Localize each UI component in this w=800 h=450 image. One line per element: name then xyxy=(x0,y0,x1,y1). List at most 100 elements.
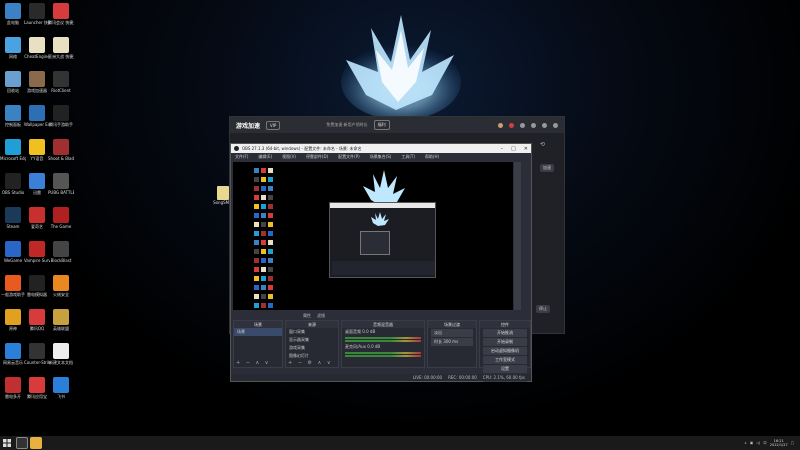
mixer-volume-slider[interactable] xyxy=(345,340,421,342)
scene-item[interactable]: 场景 xyxy=(234,328,282,336)
obs-title-bar[interactable]: OBS 27.1.3 (64-bit, windows) - 配置文件: 未命名… xyxy=(231,144,531,153)
desktop-shortcut[interactable]: The Game xyxy=(48,207,74,229)
desktop-shortcut[interactable]: 原神 xyxy=(0,309,26,331)
ime-icon[interactable]: 中 xyxy=(763,441,767,446)
controls-dock[interactable]: 控件 开始推流 开始录制 启动虚拟摄像机 工作室模式 设置 退出 xyxy=(479,320,531,382)
tray-chevron-icon[interactable]: ∧ xyxy=(744,441,747,445)
source-item[interactable]: 窗口采集 xyxy=(286,328,338,336)
sources-dock[interactable]: 来源 窗口采集 显示器采集 游戏采集 图像幻灯片 + − ⚙ ∧ ∨ xyxy=(285,320,339,368)
desktop-shortcut[interactable]: 游戏加速器 xyxy=(24,71,50,93)
taskbar-clock[interactable]: 16:21 2022/1/27 xyxy=(770,439,788,447)
properties-button[interactable]: 属性 xyxy=(303,313,311,319)
mixer-channel-label: 桌面音频 0.0 dB xyxy=(345,329,376,334)
source-item[interactable]: 显示器采集 xyxy=(286,336,338,344)
desktop-shortcut[interactable]: RiotClient xyxy=(48,71,74,93)
desktop-shortcut[interactable]: CheatEngine xyxy=(24,37,50,59)
desktop-shortcut[interactable]: 腾讯会议 快捷方式 xyxy=(48,3,74,25)
app-icon xyxy=(5,105,21,121)
welfare-chip[interactable]: 福利 xyxy=(373,120,390,130)
desktop-shortcut[interactable]: 此电脑 xyxy=(0,3,26,25)
scenes-dock[interactable]: 场景 场景 + − ∧ ∨ xyxy=(233,320,283,368)
scenes-dock-toolbar[interactable]: + − ∧ ∨ xyxy=(236,360,270,366)
sources-dock-toolbar[interactable]: + − ⚙ ∧ ∨ xyxy=(288,360,333,366)
transition-duration[interactable]: 时长 300 ms xyxy=(431,338,473,346)
virtual-camera-button[interactable]: 启动虚拟摄像机 xyxy=(483,347,527,355)
obs-preview[interactable] xyxy=(233,162,513,310)
system-tray: ∧ ▣ ◁) 中 16:21 2022/1/27 ▢ xyxy=(744,439,800,447)
desktop-shortcut[interactable]: 雷电模拟器 xyxy=(24,275,50,297)
gift-icon[interactable] xyxy=(509,122,514,128)
desktop-shortcut[interactable]: 亚洲大战 快捷方式 xyxy=(48,37,74,59)
minimize-icon[interactable] xyxy=(542,122,547,128)
app-promo-text[interactable]: 免费加速·新用户领时长 xyxy=(326,122,367,128)
app-side-button-stop[interactable]: 停止 xyxy=(536,305,550,313)
desktop-shortcut[interactable]: 腾讯QQ xyxy=(24,309,50,331)
desktop-shortcut[interactable]: 飞书 xyxy=(48,377,74,399)
transition-select[interactable]: 淡出 xyxy=(431,329,473,337)
share-icon[interactable]: ⟲ xyxy=(540,141,545,148)
desktop-shortcut[interactable]: Counter-Strike xyxy=(24,343,50,365)
avatar-icon[interactable] xyxy=(498,122,503,128)
notification-icon[interactable]: ▢ xyxy=(791,441,794,445)
desktop-shortcut[interactable]: 回收站 xyxy=(0,71,26,93)
obs-menu-item[interactable]: 场景集合(S) xyxy=(370,154,392,160)
settings-icon[interactable] xyxy=(531,122,536,128)
desktop-shortcut[interactable]: Shoot & Blade xyxy=(48,139,74,161)
obs-menu-item[interactable]: 工具(T) xyxy=(401,154,415,160)
desktop-shortcut[interactable]: 控制面板 xyxy=(0,105,26,127)
studio-mode-button[interactable]: 工作室模式 xyxy=(483,356,527,364)
desktop-shortcut[interactable]: 迅雷 xyxy=(24,173,50,195)
obs-preview-scrollbar[interactable] xyxy=(514,162,521,310)
taskbar-explorer-icon[interactable] xyxy=(30,437,42,449)
obs-menu-item[interactable]: 视图(V) xyxy=(282,154,296,160)
network-icon[interactable]: ▣ xyxy=(750,441,753,445)
app-side-button-accelerate[interactable]: 加速 xyxy=(540,164,554,172)
desktop-shortcut[interactable]: Vampire Survivors xyxy=(24,241,50,263)
mixer-volume-slider[interactable] xyxy=(345,355,421,357)
desktop-shortcut[interactable]: Steam xyxy=(0,207,26,229)
desktop-shortcut[interactable]: Launcher 快捷方式 xyxy=(24,3,50,25)
start-button[interactable] xyxy=(0,436,14,450)
desktop-shortcut[interactable]: 爱奇艺 xyxy=(24,207,50,229)
desktop-shortcut[interactable]: 腾讯手游助手 xyxy=(48,105,74,127)
start-recording-button[interactable]: 开始录制 xyxy=(483,338,527,346)
desktop-shortcut[interactable]: Wallpaper Engine xyxy=(24,105,50,127)
source-item[interactable]: 游戏采集 xyxy=(286,344,338,352)
desktop-shortcut[interactable]: 雷电多开 xyxy=(0,377,26,399)
taskbar-obs-icon[interactable] xyxy=(16,437,28,449)
desktop-shortcut[interactable]: 腾讯应用宝 xyxy=(24,377,50,399)
transitions-dock[interactable]: 场景过渡 淡出 时长 300 ms xyxy=(427,320,477,368)
obs-window[interactable]: OBS 27.1.3 (64-bit, windows) - 配置文件: 未命名… xyxy=(230,143,532,382)
desktop-shortcut[interactable]: 网络 xyxy=(0,37,26,59)
vip-chip[interactable]: VIP xyxy=(266,120,281,130)
desktop-shortcut[interactable]: OBS Studio xyxy=(0,173,26,195)
desktop-shortcut[interactable]: WeGame xyxy=(0,241,26,263)
desktop-shortcut[interactable]: 一般游戏助手 xyxy=(0,275,26,297)
desktop-shortcut[interactable]: 网易云音乐 xyxy=(0,343,26,365)
audio-mixer-dock[interactable]: 音频混音器 桌面音频 0.0 dB 麦克风/Aux 0.0 dB xyxy=(341,320,425,368)
filters-button[interactable]: 滤镜 xyxy=(317,313,325,319)
maximize-icon[interactable]: □ xyxy=(511,146,516,152)
desktop-shortcut[interactable]: Microsoft Edge xyxy=(0,139,26,161)
volume-icon[interactable]: ◁) xyxy=(756,441,760,445)
preview-icon-column xyxy=(253,166,275,308)
message-icon[interactable] xyxy=(520,122,525,128)
desktop-shortcut[interactable]: BlockBlast xyxy=(48,241,74,263)
source-item[interactable]: 图像幻灯片 xyxy=(286,352,338,360)
close-icon[interactable]: ✕ xyxy=(524,146,528,152)
app-icon xyxy=(5,241,21,257)
obs-menu-item[interactable]: 配置文件(P) xyxy=(338,154,360,160)
start-streaming-button[interactable]: 开始推流 xyxy=(483,329,527,337)
close-icon[interactable] xyxy=(553,122,558,128)
desktop-shortcut[interactable]: 新建文本文档 xyxy=(48,343,74,365)
obs-menu-item[interactable]: 帮助(H) xyxy=(425,154,439,160)
desktop-shortcut[interactable]: 火绒安全 xyxy=(48,275,74,297)
desktop-shortcut[interactable]: PUBG BATTLEGR xyxy=(48,173,74,195)
minimize-icon[interactable]: – xyxy=(501,146,504,152)
obs-menu-item[interactable]: 停靠部件(D) xyxy=(306,154,328,160)
obs-menu-item[interactable]: 编辑(E) xyxy=(258,154,272,160)
obs-menu-item[interactable]: 文件(F) xyxy=(235,154,248,160)
settings-button[interactable]: 设置 xyxy=(483,365,527,373)
desktop-shortcut[interactable]: 英雄联盟 xyxy=(48,309,74,331)
desktop-shortcut[interactable]: YY语音 xyxy=(24,139,50,161)
